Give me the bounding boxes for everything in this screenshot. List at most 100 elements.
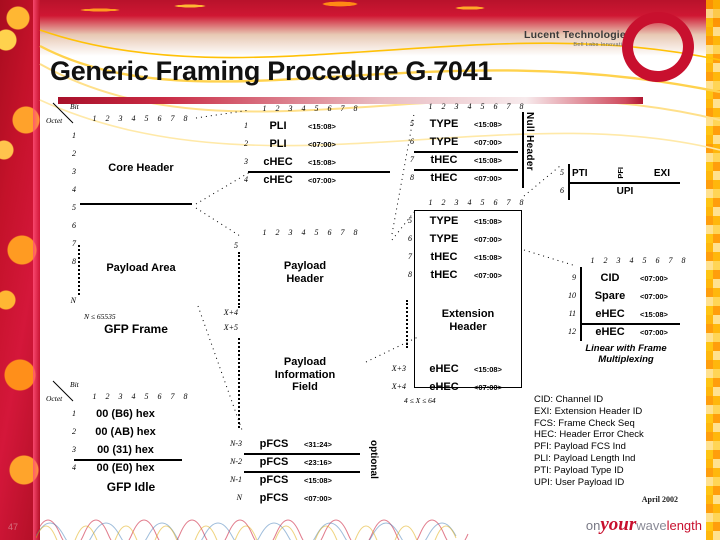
linear-mux-fields: CID <07:00> Spare <07:00> eHEC <15:08> e… — [584, 269, 668, 341]
payload-header-dots-lower — [238, 338, 240, 428]
payload-header-label: Payload Header — [283, 260, 327, 285]
core-header-row-numbers: 1 2 3 4 — [244, 121, 248, 184]
extension-header-tail-row: eHEC <15:08> — [429, 363, 502, 375]
core-header-field-row: PLI <07:00> — [269, 138, 336, 150]
extension-header-tail-rows: X+3 X+4 — [391, 364, 406, 391]
pfcs-row-numbers: N-3 N-2 N-1 N — [230, 439, 242, 502]
gfp-frame-size-note: N ≤ 65535 — [84, 312, 116, 321]
gfp-idle-row: 00 (AB) hex — [95, 426, 156, 438]
pfi-label: PFI — [616, 167, 626, 179]
upi-label: UPI — [616, 185, 634, 197]
linear-mux-row-numbers: 9 10 11 12 — [568, 273, 576, 336]
bit-axis-label: Bit — [70, 102, 79, 111]
gfp-idle-row: 00 (31) hex — [97, 444, 154, 456]
linear-mux-caption: Linear with Frame Multiplexing — [585, 343, 667, 366]
tagline-your: your — [600, 514, 637, 535]
core-header-field-divider — [248, 171, 390, 173]
gfp-frame-row-numbers: 1 2 3 4 5 6 7 8 — [72, 131, 76, 266]
linear-mux-field-row: CID <07:00> — [600, 272, 668, 284]
slide-date: April 2002 — [641, 495, 678, 504]
null-header-field-row: tHEC <15:08> — [430, 154, 502, 166]
gfp-idle-divider — [74, 459, 182, 461]
brand-name: Lucent Technologies — [523, 29, 632, 41]
page-number: 47 — [8, 522, 19, 532]
brand-subtitle: Bell Labs Innovations — [573, 41, 632, 48]
pfcs-divider-2 — [244, 471, 360, 473]
extension-header-field-row: TYPE <07:00> — [429, 233, 502, 245]
payload-header-row-xplus5: X+5 — [223, 323, 238, 332]
legend-item: PTI: Payload Type ID — [534, 464, 624, 476]
linear-mux-field-row: eHEC <15:08> — [595, 308, 668, 320]
null-header-divider-2 — [414, 169, 518, 171]
core-header-column-numbers: 1 2 3 4 5 6 7 8 — [262, 104, 358, 113]
extension-header-tail-row: eHEC <07:00> — [429, 381, 502, 393]
payload-header-dots-upper — [238, 252, 240, 308]
null-header-column-numbers: 1 2 3 4 5 6 7 8 — [428, 102, 524, 111]
null-header-row-numbers: 5 6 7 8 — [410, 119, 414, 182]
null-header-field-row: tHEC <07:00> — [430, 172, 502, 184]
pfcs-field-row: pFCS <31:24> — [259, 438, 332, 450]
slide: Lucent Technologies Bell Labs Innovation… — [0, 0, 720, 540]
core-header-field-row: cHEC <07:00> — [263, 174, 336, 186]
gfp-idle-row-numbers: 1 2 3 4 — [72, 409, 76, 472]
null-header-divider-1 — [414, 151, 518, 153]
extension-header-tail-fields: eHEC <15:08> eHEC <07:00> — [418, 360, 502, 396]
extension-header-size-note: 4 ≤ X ≤ 64 — [404, 396, 436, 405]
pfcs-field-row: pFCS <23:16> — [259, 456, 332, 468]
payload-area-label: Payload Area — [106, 262, 176, 274]
linear-mux-column-numbers: 1 2 3 4 5 6 7 8 — [590, 256, 686, 265]
payload-header-row-start: 5 — [234, 241, 238, 250]
type-detail-row-numbers: 5 6 — [560, 168, 564, 195]
page-title: Generic Framing Procedure G.7041 — [50, 56, 493, 86]
extension-header-field-row: TYPE <15:08> — [429, 215, 502, 227]
extension-header-column-numbers: 1 2 3 4 5 6 7 8 — [428, 198, 524, 207]
core-header-field-row: PLI <15:08> — [269, 120, 336, 132]
linear-mux-field-row: eHEC <07:00> — [595, 326, 668, 338]
tagline-on: on — [585, 518, 601, 533]
exi-label: EXI — [653, 167, 670, 179]
pfcs-divider-1 — [244, 453, 360, 455]
extension-header-fields: TYPE <15:08> TYPE <07:00> tHEC <15:08> t… — [418, 212, 502, 284]
gfp-frame-diagram: Bit Octet 1 2 3 4 5 6 7 8 1 2 3 4 5 6 7 … — [0, 100, 720, 510]
linear-mux-left-rule — [580, 267, 582, 341]
gfp-idle-column-numbers: 1 2 3 4 5 6 7 8 — [92, 392, 188, 401]
extension-header-dots — [406, 300, 408, 348]
gfp-frame-continuation-dots — [78, 245, 80, 295]
null-header-field-row: TYPE <07:00> — [429, 136, 502, 148]
gfp-idle-row: 00 (E0) hex — [96, 462, 155, 474]
legend-item: HEC: Header Error Check — [534, 429, 644, 441]
payload-header-column-numbers: 1 2 3 4 5 6 7 8 — [262, 228, 358, 237]
brand-tagline: onyourwavelength — [586, 514, 702, 536]
abbreviation-legend: CID: Channel ID EXI: Extension Header ID… — [534, 394, 644, 488]
payload-header-row-xplus4: X+4 — [223, 308, 238, 317]
extension-header-label: Extension Header — [441, 308, 495, 333]
idle-bit-axis-label: Bit — [70, 380, 79, 389]
tagline-length: length — [666, 518, 702, 533]
core-header-label: Core Header — [108, 162, 174, 174]
null-header-field-row: TYPE <15:08> — [429, 118, 502, 130]
pfcs-field-row: pFCS <15:08> — [259, 474, 332, 486]
octet-axis-label: Octet — [46, 116, 63, 125]
null-header-label: Null Header — [524, 112, 535, 171]
gfp-frame-last-row-label: N — [70, 296, 76, 305]
legend-item: EXI: Extension Header ID — [534, 405, 643, 417]
gfp-frame-caption: GFP Frame — [104, 322, 168, 336]
idle-octet-axis-label: Octet — [46, 394, 63, 403]
legend-item: PFI: Payload FCS Ind — [534, 441, 626, 453]
core-header-field-row: cHEC <15:08> — [263, 156, 336, 168]
extension-header-field-row: tHEC <15:08> — [430, 251, 502, 263]
linear-mux-divider — [580, 323, 680, 325]
core-header-divider — [80, 203, 192, 205]
pti-label: PTI — [572, 167, 588, 179]
brand-logo-text: Lucent Technologies Bell Labs Innovation… — [524, 30, 632, 48]
gfp-frame-column-numbers: 1 2 3 4 5 6 7 8 — [92, 114, 188, 123]
legend-item: PLI: Payload Length Ind — [534, 452, 636, 464]
extension-header-row-numbers: 5 6 7 8 — [408, 216, 412, 279]
pfcs-optional-label: optional — [368, 440, 379, 479]
type-detail-fields: PTI PFI EXI — [572, 164, 678, 182]
legend-item: CID: Channel ID — [534, 394, 604, 405]
gfp-idle-caption: GFP Idle — [106, 480, 156, 494]
payload-information-field-label: Payload Information Field — [274, 356, 336, 394]
tagline-wave: wave — [636, 518, 667, 533]
extension-header-field-row: tHEC <07:00> — [430, 269, 502, 281]
